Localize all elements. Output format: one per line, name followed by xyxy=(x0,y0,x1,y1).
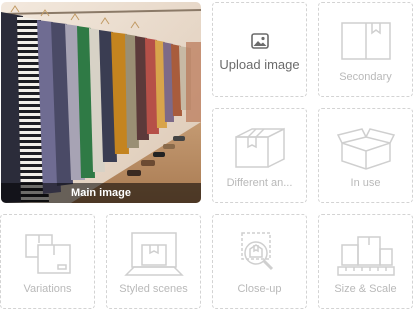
upload-image-button[interactable]: Upload image xyxy=(212,2,307,97)
main-image-caption: Main image xyxy=(1,183,201,203)
box-scene-icon xyxy=(123,232,184,276)
slot-label: Size & Scale xyxy=(334,283,397,295)
slot-size-scale[interactable]: Size & Scale xyxy=(318,214,413,309)
slot-label: Styled scenes xyxy=(119,283,188,295)
image-icon xyxy=(250,33,269,49)
ruler-boxes-icon xyxy=(336,236,395,276)
slot-label: Secondary xyxy=(339,71,392,83)
box-angle-icon xyxy=(234,127,285,168)
main-image-tile[interactable]: Main image xyxy=(1,2,201,203)
slot-in-use[interactable]: In use xyxy=(318,108,413,203)
slot-styled-scenes[interactable]: Styled scenes xyxy=(106,214,201,309)
magnifier-icon xyxy=(240,232,273,271)
box-open-icon xyxy=(336,128,395,170)
slot-label: Different an... xyxy=(226,177,293,189)
main-image-photo xyxy=(1,2,201,203)
slot-close-up[interactable]: Close-up xyxy=(212,214,307,309)
slot-secondary[interactable]: Secondary xyxy=(318,2,413,97)
slot-variations[interactable]: Variations xyxy=(0,214,95,309)
upload-image-label: Upload image xyxy=(219,57,300,72)
boxes-icon xyxy=(24,234,71,274)
slot-label: Variations xyxy=(23,283,72,295)
slot-different-angle[interactable]: Different an... xyxy=(212,108,307,203)
slot-label: In use xyxy=(350,177,381,189)
slot-label: Close-up xyxy=(237,283,282,295)
box-flat-icon xyxy=(340,22,391,60)
